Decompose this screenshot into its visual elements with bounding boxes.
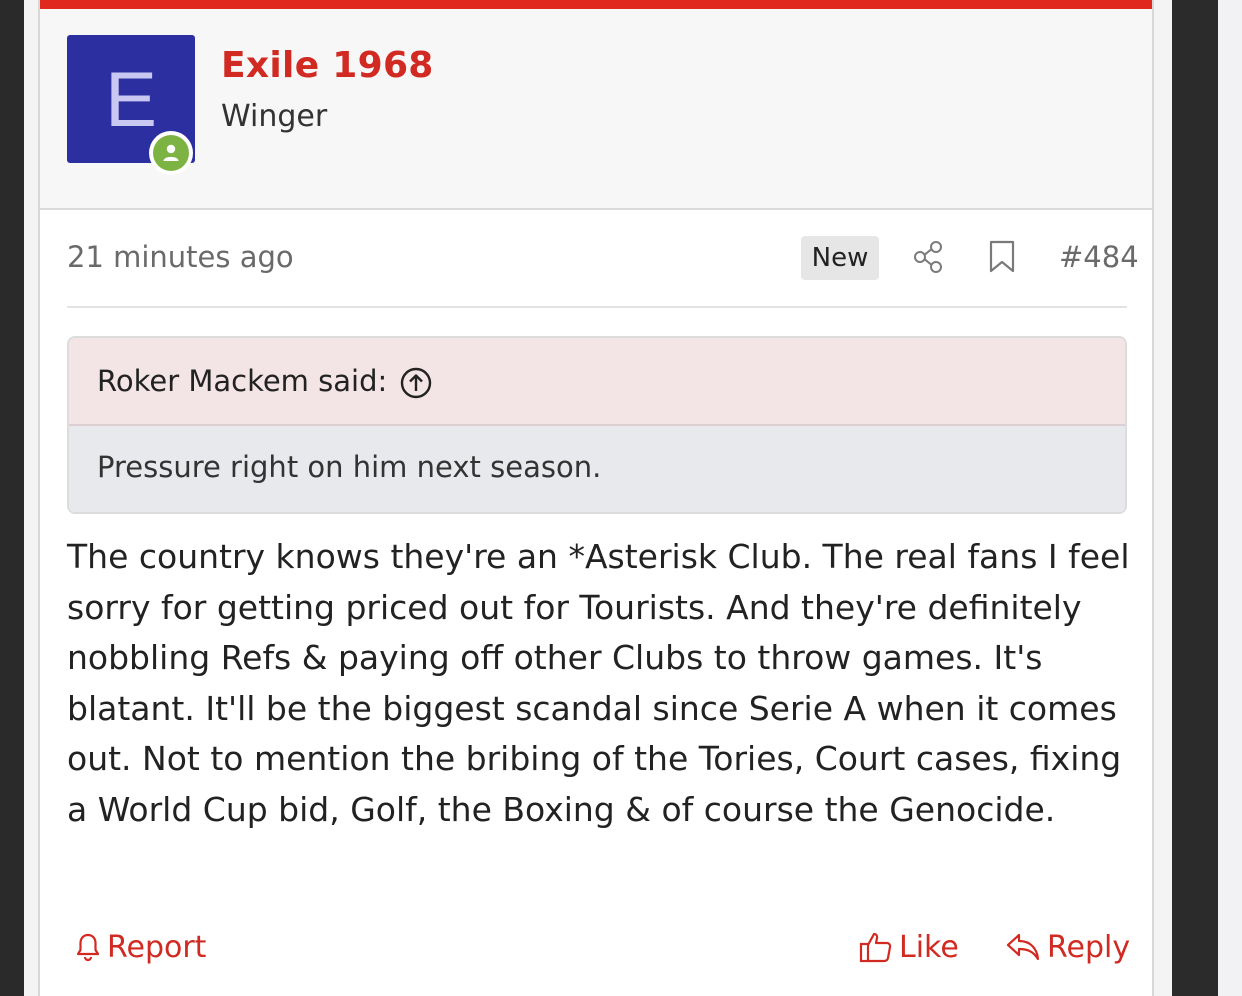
forum-post: E Exile 1968 Winger 21 minutes ago New #… (38, 0, 1154, 996)
report-button[interactable]: Report (75, 922, 206, 972)
thumbs-up-icon (859, 932, 892, 963)
right-edge (1218, 0, 1242, 996)
post-timestamp[interactable]: 21 minutes ago (67, 240, 294, 274)
like-button[interactable]: Like (859, 922, 959, 972)
like-label: Like (899, 929, 959, 965)
post-top-accent (40, 0, 1152, 9)
bell-icon (76, 933, 100, 962)
meta-divider (67, 306, 1127, 308)
reply-label: Reply (1047, 929, 1131, 965)
quote-text: Pressure right on him next season. (97, 450, 602, 484)
username-link[interactable]: Exile 1968 (221, 45, 434, 86)
bookmark-icon[interactable] (988, 240, 1016, 278)
quote-header: Roker Mackem said: (69, 338, 1125, 426)
user-online-icon (149, 131, 193, 175)
report-label: Report (107, 929, 207, 965)
reply-button[interactable]: Reply (1005, 922, 1130, 972)
user-title: Winger (221, 99, 328, 134)
quote-block: Roker Mackem said: Pressure right on him… (67, 336, 1127, 514)
quote-body: Pressure right on him next season. (69, 426, 1125, 512)
post-message: The country knows they're an *Asterisk C… (67, 537, 1130, 829)
post-user-header: E Exile 1968 Winger (40, 9, 1152, 210)
left-edge (0, 0, 24, 996)
new-badge: New (801, 236, 879, 280)
arrow-up-circle-icon[interactable] (399, 366, 433, 404)
right-scroll-gutter (1172, 0, 1218, 996)
post-meta-row: 21 minutes ago New #484 (67, 230, 1139, 290)
post-actions: Report Like Reply (67, 922, 1137, 972)
post-number-link[interactable]: #484 (1059, 240, 1139, 274)
reply-icon (1006, 933, 1040, 961)
share-icon[interactable] (913, 240, 945, 278)
quote-author[interactable]: Roker Mackem said: (97, 364, 387, 398)
